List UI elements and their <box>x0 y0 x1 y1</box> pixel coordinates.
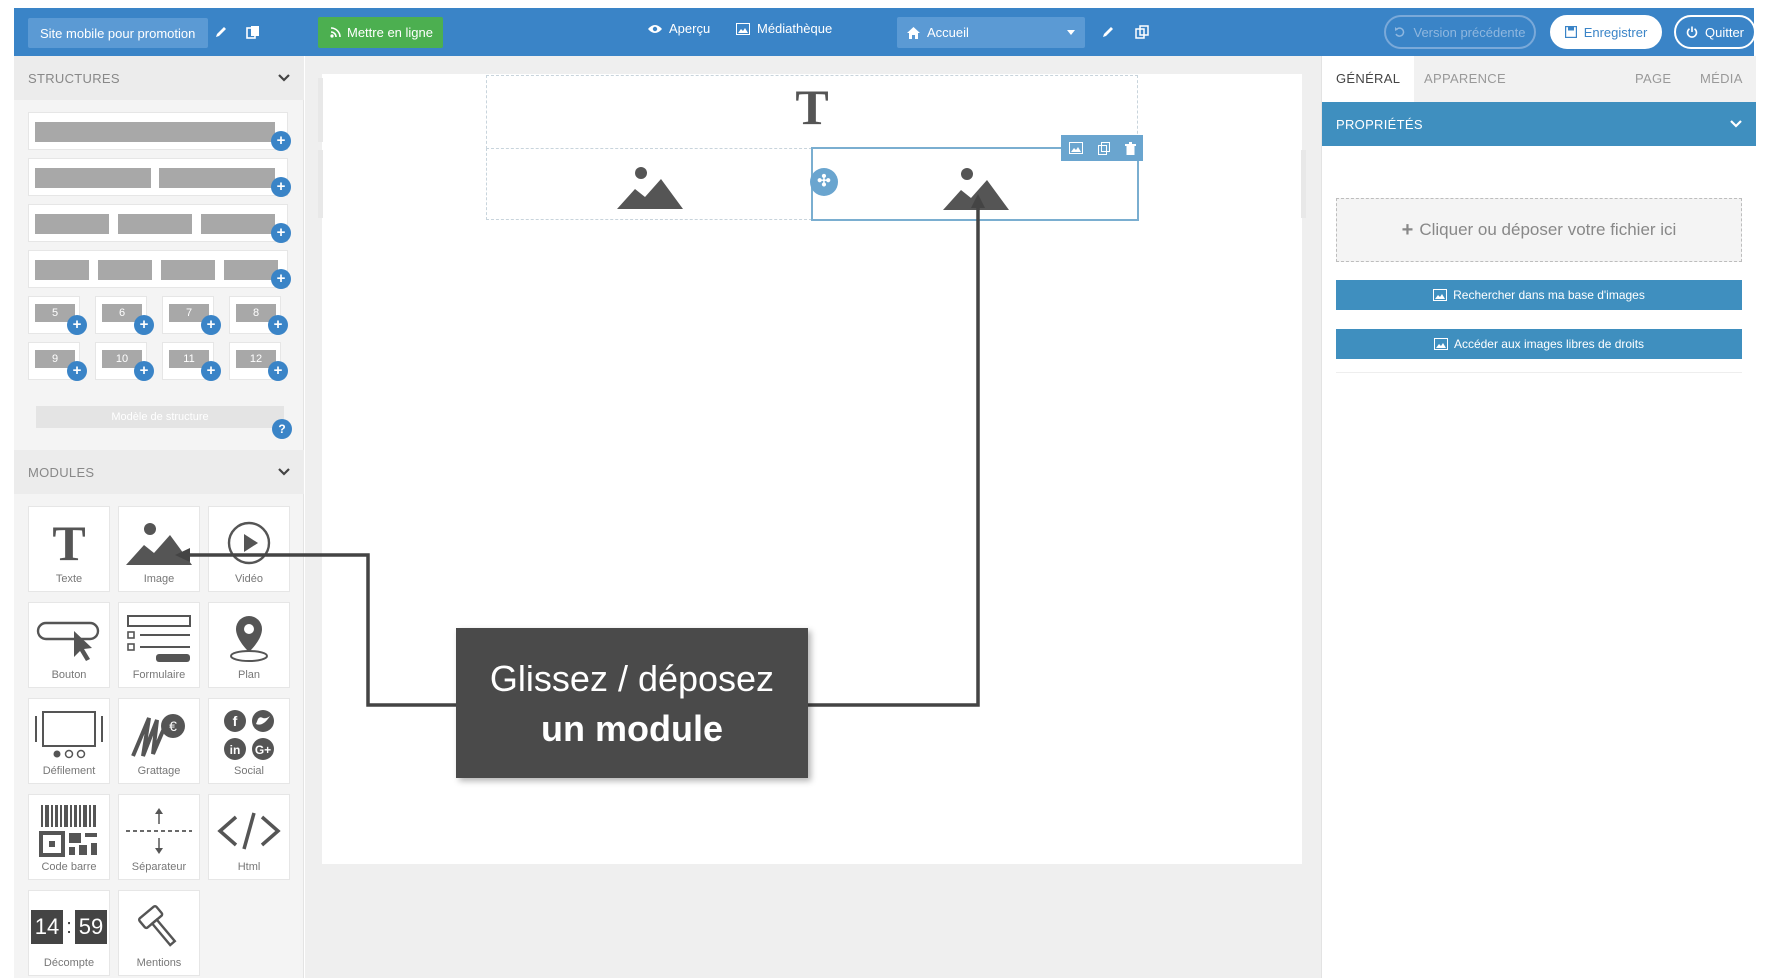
tab-appearance[interactable]: APPARENCE <box>1424 56 1506 102</box>
properties-panel: GÉNÉRAL APPARENCE PAGE MÉDIA PROPRIÉTÉS … <box>1321 56 1756 978</box>
callout-line-2: un module <box>541 708 723 749</box>
properties-title: PROPRIÉTÉS <box>1336 116 1423 132</box>
search-images-label: Rechercher dans ma base d'images <box>1453 288 1645 302</box>
drag-drop-callout: Glissez / déposez un module <box>456 628 808 778</box>
file-dropzone[interactable]: + Cliquer ou déposer votre fichier ici <box>1336 198 1742 262</box>
free-images-button[interactable]: Accéder aux images libres de droits <box>1336 329 1742 359</box>
tab-general[interactable]: GÉNÉRAL <box>1322 56 1415 102</box>
dropzone-text: Cliquer ou déposer votre fichier ici <box>1419 220 1677 239</box>
arrow-head-left <box>175 548 190 562</box>
tab-media[interactable]: MÉDIA <box>1700 56 1743 102</box>
properties-header[interactable]: PROPRIÉTÉS <box>1322 102 1756 146</box>
panel-tabs: GÉNÉRAL APPARENCE PAGE MÉDIA <box>1322 56 1756 102</box>
arrow-head-up <box>971 194 985 208</box>
free-images-label: Accéder aux images libres de droits <box>1453 337 1645 351</box>
arrow-to-image-module <box>187 553 456 707</box>
image-icon <box>1433 289 1448 301</box>
arrow-to-image-block <box>808 203 980 707</box>
app-window: Site mobile pour promotion Mettre en lig… <box>0 0 1765 978</box>
search-images-button[interactable]: Rechercher dans ma base d'images <box>1336 280 1742 310</box>
divider <box>1336 372 1742 373</box>
callout-line-1: Glissez / déposez <box>489 658 775 699</box>
tab-page[interactable]: PAGE <box>1635 56 1671 102</box>
chevron-down-icon <box>1730 120 1742 128</box>
plus-icon: + <box>1401 218 1414 241</box>
image-icon <box>1433 338 1448 350</box>
